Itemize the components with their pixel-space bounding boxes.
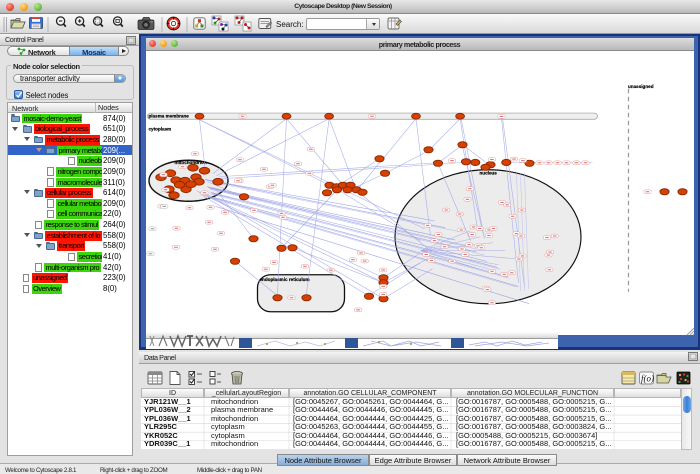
svg-text:endoplasmic reticulum: endoplasmic reticulum [259,276,309,281]
svg-text:o): o) [647,373,655,383]
svg-text:cytoplasm: cytoplasm [148,126,171,131]
svg-text:mitochondrion: mitochondrion [174,159,206,164]
svg-text:nucleus: nucleus [479,170,497,175]
svg-text:unassigned: unassigned [628,83,654,88]
svg-text:plasma membrane: plasma membrane [148,113,189,118]
